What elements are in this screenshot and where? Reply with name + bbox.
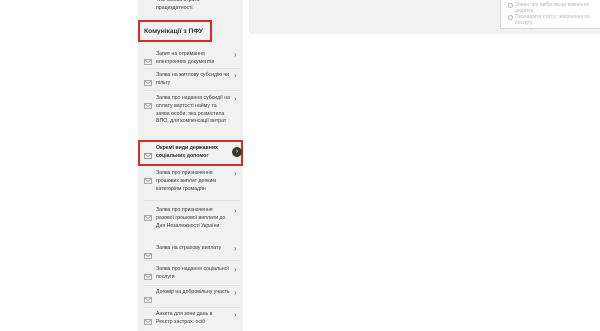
sidebar-item-label: Запит на отримання електронних документі… [156, 51, 215, 65]
radio-icon [508, 15, 513, 20]
sidebar-item-label: Заява про надання субсидії на оплату вар… [156, 95, 230, 125]
sidebar-item-request-documents[interactable]: Запит на отримання електронних документі… [144, 51, 240, 67]
divider [144, 260, 240, 261]
right-panel-item[interactable]: Перевірити статус звернення по послугу [508, 14, 600, 26]
divider [144, 68, 240, 69]
envelope-icon [144, 171, 152, 184]
envelope-icon [144, 246, 152, 259]
chevron-right-icon: › [234, 50, 237, 59]
arrow-circle-right-icon: › [232, 147, 242, 157]
envelope-icon [144, 290, 152, 303]
chevron-right-icon: › [234, 244, 237, 253]
sidebar-item-temporary-disability[interactable]: Тимчасова втрата працездатності [144, 0, 240, 14]
sidebar-item-label: Окремі види державних соціальних допомог [156, 145, 218, 159]
sidebar-item-social-service[interactable]: Заява про надання соціальної послуги › [144, 266, 240, 282]
right-panel: Заява про вибір місця вивчення додатку П… [500, 0, 600, 29]
chevron-right-icon: › [234, 206, 237, 215]
sidebar-item-label: Анкета для зони дань в Реєстр застрах. о… [156, 311, 213, 325]
sidebar-item-label: Договір на добровільну участь [156, 289, 230, 295]
sidebar-item-label: Заява на страхову виплату [156, 245, 222, 251]
right-panel-item-label: Заява про вибір місця вивчення додатку [515, 2, 590, 14]
chevron-right-icon: › [234, 288, 237, 297]
divider [144, 307, 240, 308]
sidebar-item-label: Тимчасова втрата працездатності [156, 0, 200, 11]
envelope-icon [144, 267, 152, 280]
chevron-right-icon: › [234, 71, 237, 80]
chevron-right-icon: › [234, 265, 237, 274]
sidebar-item-payments-categories[interactable]: Заява про призначення грошових виплат де… [144, 170, 240, 196]
divider [144, 200, 240, 201]
sidebar-item-state-social-assistance[interactable]: Окремі види державних соціальних допомог… [144, 145, 242, 163]
chevron-right-icon: › [234, 310, 237, 319]
envelope-icon [144, 208, 152, 221]
envelope-icon [144, 52, 152, 65]
sidebar-item-rent-subsidy[interactable]: Заява про надання субсидії на оплату вар… [144, 95, 240, 131]
sidebar-item-voluntary-participation[interactable]: Договір на добровільну участь › [144, 289, 240, 305]
envelope-icon [144, 73, 152, 86]
sidebar-item-independence-day-payment[interactable]: Заява про призначення разової грошової в… [144, 207, 240, 237]
sidebar-item-label: Заява на житлову субсидію чи пільгу [156, 72, 230, 86]
envelope-icon [144, 312, 152, 325]
divider [144, 90, 240, 91]
chevron-right-icon: › [234, 94, 237, 103]
right-panel-item[interactable]: Заява про вибір місця вивчення додатку [508, 2, 600, 14]
sidebar-item-insured-registry[interactable]: Анкета для зони дань в Реєстр застрах. о… [144, 311, 240, 329]
highlight-box [138, 20, 212, 42]
sidebar-item-label: Заява про призначення разової грошової в… [156, 207, 226, 229]
envelope-icon [144, 96, 152, 109]
radio-icon [508, 3, 513, 8]
right-panel-item-label: Перевірити статус звернення по послугу [515, 14, 590, 26]
sidebar-item-insurance-payment[interactable]: Заява на страхову виплату › [144, 244, 240, 259]
sidebar-item-label: Заява про надання соціальної послуги [156, 266, 229, 280]
sidebar-item-label: Заява про призначення грошових виплат де… [156, 170, 216, 192]
sidebar-item-housing-subsidy[interactable]: Заява на житлову субсидію чи пільгу › [144, 72, 240, 88]
divider [144, 285, 240, 286]
envelope-icon [144, 146, 152, 159]
chevron-right-icon: › [234, 169, 237, 178]
